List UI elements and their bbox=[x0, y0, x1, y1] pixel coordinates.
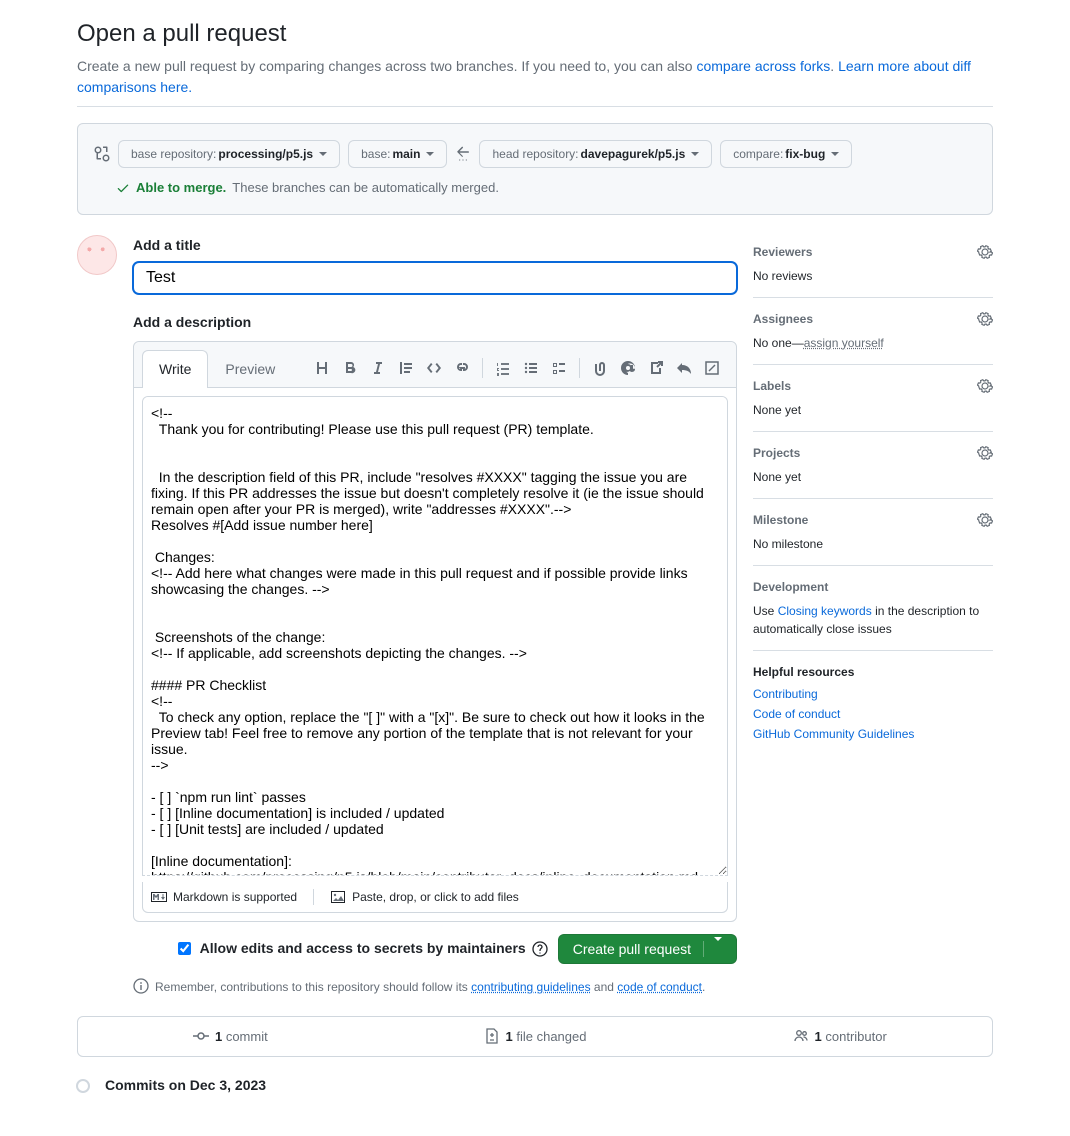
closing-keywords-link[interactable]: Closing keywords bbox=[778, 604, 872, 618]
title-input[interactable] bbox=[133, 262, 737, 294]
chevron-down-icon bbox=[691, 152, 699, 156]
commits-date-heading: Commits on Dec 3, 2023 bbox=[105, 1075, 266, 1096]
stat-files[interactable]: 1 file changed bbox=[383, 1017, 688, 1057]
check-icon bbox=[116, 181, 130, 195]
code-icon[interactable] bbox=[426, 360, 442, 376]
projects-body: None yet bbox=[753, 468, 993, 486]
markdown-toolbar bbox=[314, 358, 728, 378]
image-icon bbox=[330, 889, 346, 905]
resource-link-coc[interactable]: Code of conduct bbox=[753, 705, 993, 723]
gear-icon[interactable] bbox=[977, 445, 993, 461]
mention-icon[interactable] bbox=[620, 360, 636, 376]
contributing-guidelines-link[interactable]: contributing guidelines bbox=[471, 980, 590, 994]
people-icon bbox=[793, 1028, 809, 1044]
assignees-head[interactable]: Assignees bbox=[753, 310, 813, 328]
page-title: Open a pull request bbox=[77, 16, 993, 52]
heading-icon[interactable] bbox=[314, 360, 330, 376]
help-icon[interactable] bbox=[532, 941, 548, 957]
diff-icon[interactable] bbox=[704, 360, 720, 376]
development-head: Development bbox=[753, 578, 828, 596]
attach-bar: Markdown is supported Paste, drop, or cl… bbox=[142, 882, 728, 913]
paperclip-icon[interactable] bbox=[592, 360, 608, 376]
comment-box: Write Preview bbox=[133, 341, 737, 922]
stats-bar: 1 commit 1 file changed 1 contributor bbox=[77, 1016, 993, 1058]
chevron-down-icon bbox=[319, 152, 327, 156]
compare-box: base repository: processing/p5.js base: … bbox=[77, 123, 993, 215]
link-icon[interactable] bbox=[454, 360, 470, 376]
list-unordered-icon[interactable] bbox=[523, 360, 539, 376]
reviewers-head[interactable]: Reviewers bbox=[753, 243, 812, 261]
attach-files[interactable]: Paste, drop, or click to add files bbox=[330, 888, 519, 906]
resources-head: Helpful resources bbox=[753, 663, 993, 681]
labels-head[interactable]: Labels bbox=[753, 377, 791, 395]
compare-branch-select[interactable]: compare: fix-bug bbox=[720, 140, 852, 168]
list-ordered-icon[interactable] bbox=[495, 360, 511, 376]
gear-icon[interactable] bbox=[977, 378, 993, 394]
create-pr-button[interactable]: Create pull request bbox=[558, 934, 737, 964]
allow-edits-checkbox[interactable] bbox=[178, 942, 191, 955]
reviewers-body: No reviews bbox=[753, 267, 993, 285]
chevron-down-icon bbox=[831, 152, 839, 156]
chevron-down-icon bbox=[714, 937, 722, 957]
milestone-body: No milestone bbox=[753, 535, 993, 553]
markdown-supported[interactable]: Markdown is supported bbox=[151, 888, 297, 906]
labels-body: None yet bbox=[753, 401, 993, 419]
create-pr-dropdown[interactable] bbox=[703, 941, 722, 957]
file-diff-icon bbox=[484, 1028, 500, 1044]
info-icon bbox=[133, 978, 149, 994]
development-body: Use Closing keywords in the description … bbox=[753, 602, 993, 638]
head-repo-select[interactable]: head repository: davepagurek/p5.js bbox=[479, 140, 712, 168]
tasklist-icon[interactable] bbox=[551, 360, 567, 376]
arrow-left-icon: ⋯ bbox=[455, 144, 471, 164]
description-textarea[interactable] bbox=[142, 396, 728, 876]
italic-icon[interactable] bbox=[370, 360, 386, 376]
stat-contributors[interactable]: 1 contributor bbox=[687, 1017, 992, 1057]
resource-link-contributing[interactable]: Contributing bbox=[753, 685, 993, 703]
base-branch-select[interactable]: base: main bbox=[348, 140, 447, 168]
markdown-icon bbox=[151, 889, 167, 905]
assign-yourself-link[interactable]: assign yourself bbox=[804, 336, 884, 350]
base-repo-select[interactable]: base repository: processing/p5.js bbox=[118, 140, 340, 168]
gear-icon[interactable] bbox=[977, 512, 993, 528]
bold-icon[interactable] bbox=[342, 360, 358, 376]
title-label: Add a title bbox=[133, 235, 737, 256]
resource-link-community[interactable]: GitHub Community Guidelines bbox=[753, 725, 993, 743]
allow-maintainer-edits[interactable]: Allow edits and access to secrets by mai… bbox=[174, 938, 548, 959]
tab-write[interactable]: Write bbox=[142, 350, 208, 388]
merge-status: Able to merge. These branches can be aut… bbox=[94, 178, 976, 198]
projects-head[interactable]: Projects bbox=[753, 444, 800, 462]
commit-icon bbox=[193, 1028, 209, 1044]
gear-icon[interactable] bbox=[977, 311, 993, 327]
reply-icon[interactable] bbox=[676, 360, 692, 376]
gear-icon[interactable] bbox=[977, 244, 993, 260]
tab-preview[interactable]: Preview bbox=[208, 350, 292, 388]
compare-forks-link[interactable]: compare across forks bbox=[696, 58, 830, 74]
milestone-head[interactable]: Milestone bbox=[753, 511, 808, 529]
code-of-conduct-link[interactable]: code of conduct bbox=[617, 980, 702, 994]
commit-dot-icon bbox=[76, 1079, 90, 1093]
description-label: Add a description bbox=[133, 312, 737, 333]
page-subhead: Create a new pull request by comparing c… bbox=[77, 56, 993, 107]
cross-reference-icon[interactable] bbox=[648, 360, 664, 376]
stat-commits[interactable]: 1 commit bbox=[78, 1017, 383, 1057]
git-compare-icon bbox=[94, 146, 110, 162]
chevron-down-icon bbox=[426, 152, 434, 156]
assignees-body: No one—assign yourself bbox=[753, 334, 993, 352]
contribution-note: Remember, contributions to this reposito… bbox=[133, 978, 737, 996]
quote-icon[interactable] bbox=[398, 360, 414, 376]
avatar[interactable] bbox=[77, 235, 117, 275]
